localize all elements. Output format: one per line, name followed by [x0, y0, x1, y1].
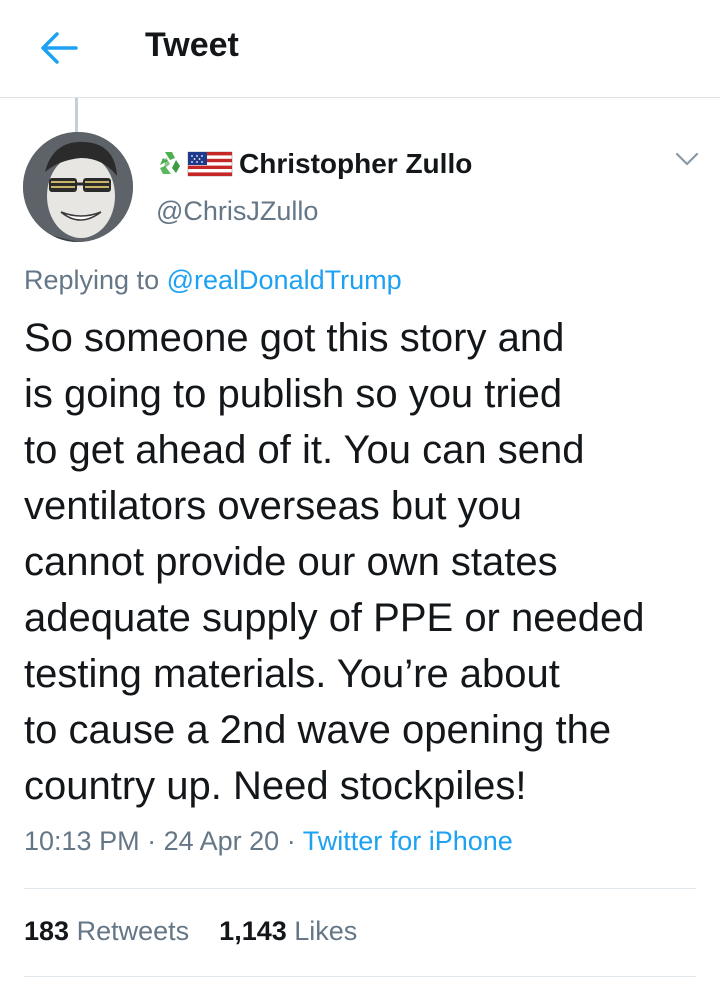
replying-to-mention[interactable]: @realDonaldTrump	[167, 265, 402, 295]
likes-count: 1,143	[219, 916, 287, 946]
page-title: Tweet	[145, 26, 239, 64]
tweet-text-line: to cause a 2nd wave opening the	[24, 708, 612, 752]
tweet-time: 10:13 PM	[24, 826, 140, 856]
user-handle[interactable]: @ChrisJZullo	[156, 196, 318, 227]
tweet-text-line: to get ahead of it. You can send	[24, 428, 585, 472]
retweets-label: Retweets	[76, 916, 190, 946]
profile-badges	[160, 151, 233, 177]
tweet-text: So someone got this story and is going t…	[24, 310, 704, 814]
chevron-down-icon[interactable]	[674, 148, 700, 170]
tweet-text-line: So someone got this story and	[24, 316, 565, 360]
tweet-text-line: cannot provide our own states	[24, 540, 558, 584]
replying-to-label: Replying to	[24, 265, 160, 295]
meta-separator: ·	[286, 826, 296, 856]
retweets-stat[interactable]: 183 Retweets	[24, 916, 197, 946]
likes-stat[interactable]: 1,143 Likes	[219, 916, 357, 946]
display-name[interactable]: Christopher Zullo	[239, 148, 472, 180]
tweet-text-line: testing materials. You’re about	[24, 652, 560, 696]
avatar[interactable]	[23, 132, 133, 242]
meta-separator: ·	[147, 826, 157, 856]
top-bar: Tweet	[0, 0, 720, 98]
replying-to: Replying to @realDonaldTrump	[24, 265, 402, 296]
tweet-text-line: is going to publish so you tried	[24, 372, 563, 416]
thread-connector-line	[75, 98, 78, 132]
tweet-meta: 10:13 PM · 24 Apr 20 · Twitter for iPhon…	[24, 826, 513, 857]
divider	[24, 976, 696, 977]
tweet-text-line: ventilators overseas but you	[24, 484, 523, 528]
recycle-icon	[160, 152, 180, 174]
tweet-text-line: country up. Need stockpiles!	[24, 764, 527, 808]
divider	[24, 888, 696, 889]
avatar-image	[23, 132, 133, 242]
likes-label: Likes	[294, 916, 358, 946]
retweets-count: 183	[24, 916, 70, 946]
tweet-text-line: adequate supply of PPE or needed	[24, 596, 645, 640]
tweet-date: 24 Apr 20	[163, 826, 280, 856]
arrow-left-icon[interactable]	[36, 28, 80, 68]
tweet-stats: 183 Retweets 1,143 Likes	[24, 916, 357, 947]
us-flag-icon	[187, 151, 233, 177]
tweet-source-link[interactable]: Twitter for iPhone	[303, 826, 513, 856]
